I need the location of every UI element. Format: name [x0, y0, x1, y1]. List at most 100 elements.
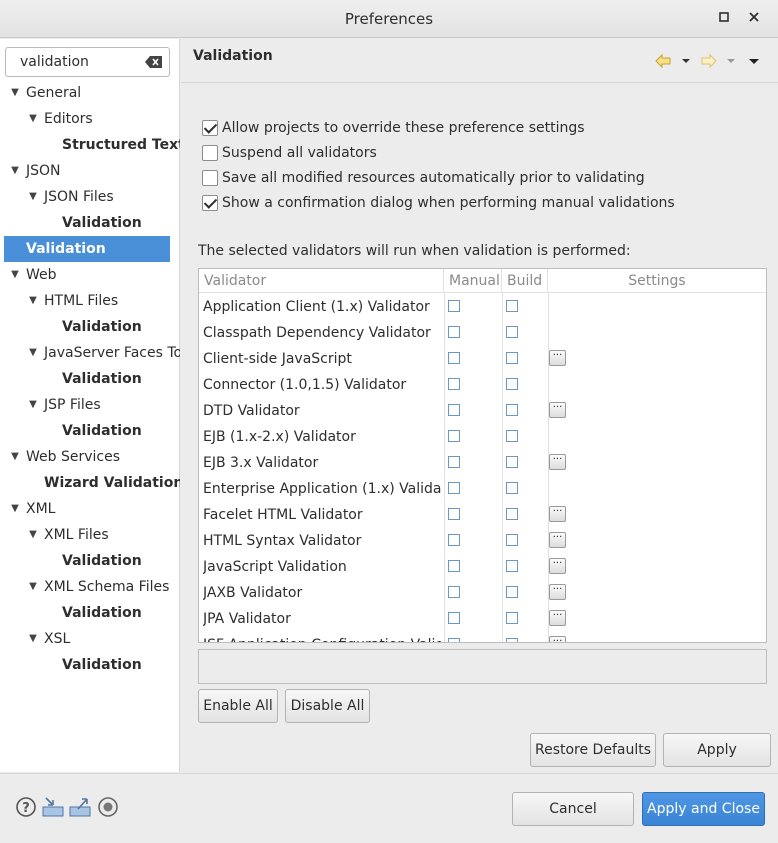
table-row[interactable]: Enterprise Application (1.x) Validator [199, 476, 766, 502]
validator-settings-button[interactable]: ··· [549, 532, 566, 548]
tree-item[interactable]: ▼ JavaServer Faces To [0, 340, 180, 366]
manual-checkbox[interactable] [448, 326, 460, 338]
table-row[interactable]: Client-side JavaScript ··· [199, 346, 766, 372]
build-checkbox[interactable] [506, 456, 518, 468]
tree-item[interactable]: Validation [4, 236, 170, 262]
tree-item[interactable]: Validation [0, 314, 180, 340]
build-checkbox[interactable] [506, 508, 518, 520]
build-checkbox[interactable] [506, 326, 518, 338]
tree-item[interactable]: ▼ JSON Files [0, 184, 180, 210]
manual-checkbox[interactable] [448, 560, 460, 572]
manual-checkbox[interactable] [448, 534, 460, 546]
expand-arrow-icon[interactable]: ▼ [27, 106, 39, 132]
column-header-settings[interactable]: Settings [548, 269, 766, 293]
expand-arrow-icon[interactable]: ▼ [27, 574, 39, 600]
view-menu-icon[interactable] [748, 53, 760, 69]
build-checkbox[interactable] [506, 638, 518, 642]
tree-item[interactable]: Validation [0, 366, 180, 392]
oomph-icon[interactable] [97, 796, 119, 818]
table-row[interactable]: Facelet HTML Validator ··· [199, 502, 766, 528]
column-header-validator[interactable]: Validator [199, 269, 444, 293]
tree-item[interactable]: ▼ JSON [0, 158, 180, 184]
filter-input[interactable] [18, 49, 148, 75]
cancel-button[interactable]: Cancel [512, 792, 634, 826]
validator-settings-button[interactable]: ··· [549, 402, 566, 418]
manual-checkbox[interactable] [448, 378, 460, 390]
close-button[interactable] [742, 0, 766, 38]
expand-arrow-icon[interactable]: ▼ [9, 496, 21, 522]
checkbox[interactable] [202, 120, 218, 136]
import-icon[interactable] [42, 796, 64, 818]
expand-arrow-icon[interactable]: ▼ [27, 626, 39, 652]
enable-all-button[interactable]: Enable All [198, 689, 278, 723]
expand-arrow-icon[interactable]: ▼ [27, 288, 39, 314]
expand-arrow-icon[interactable]: ▼ [27, 340, 39, 366]
tree-item[interactable]: ▼ XML [0, 496, 180, 522]
manual-checkbox[interactable] [448, 404, 460, 416]
validator-settings-button[interactable]: ··· [549, 584, 566, 600]
manual-checkbox[interactable] [448, 430, 460, 442]
tree-item[interactable]: Structured Text [0, 132, 180, 158]
tree-item[interactable]: ▼ XML Files [0, 522, 180, 548]
tree-item[interactable]: Validation [0, 548, 180, 574]
clear-text-icon[interactable] [145, 54, 163, 70]
tree-item[interactable]: Validation [0, 652, 180, 678]
build-checkbox[interactable] [506, 560, 518, 572]
build-checkbox[interactable] [506, 404, 518, 416]
table-row[interactable]: Connector (1.0,1.5) Validator [199, 372, 766, 398]
forward-arrow-icon[interactable] [701, 53, 717, 69]
manual-checkbox[interactable] [448, 612, 460, 624]
build-checkbox[interactable] [506, 612, 518, 624]
back-arrow-icon[interactable] [655, 53, 671, 69]
manual-checkbox[interactable] [448, 638, 460, 642]
validator-settings-button[interactable]: ··· [549, 610, 566, 626]
checkbox[interactable] [202, 145, 218, 161]
table-row[interactable]: DTD Validator ··· [199, 398, 766, 424]
tree-item[interactable]: ▼ JSP Files [0, 392, 180, 418]
back-dropdown-icon[interactable] [680, 53, 692, 69]
build-checkbox[interactable] [506, 352, 518, 364]
expand-arrow-icon[interactable]: ▼ [9, 80, 21, 106]
table-row[interactable]: Classpath Dependency Validator [199, 320, 766, 346]
validator-settings-button[interactable]: ··· [549, 454, 566, 470]
restore-defaults-button[interactable]: Restore Defaults [530, 733, 656, 767]
tree-item[interactable]: ▼ Editors [0, 106, 180, 132]
build-checkbox[interactable] [506, 430, 518, 442]
build-checkbox[interactable] [506, 482, 518, 494]
manual-checkbox[interactable] [448, 586, 460, 598]
expand-arrow-icon[interactable]: ▼ [9, 444, 21, 470]
validator-settings-button[interactable]: ··· [549, 506, 566, 522]
checkbox[interactable] [202, 170, 218, 186]
table-row[interactable]: EJB (1.x-2.x) Validator [199, 424, 766, 450]
column-header-manual[interactable]: Manual [444, 269, 502, 293]
checkbox[interactable] [202, 195, 218, 211]
help-icon[interactable]: ? [15, 796, 37, 818]
build-checkbox[interactable] [506, 534, 518, 546]
tree-item[interactable]: ▼ General [0, 80, 180, 106]
export-icon[interactable] [69, 796, 91, 818]
maximize-button[interactable] [712, 0, 736, 38]
tree-item[interactable]: Wizard Validation [0, 470, 180, 496]
tree-item[interactable]: ▼ XSL [0, 626, 180, 652]
table-row[interactable]: Application Client (1.x) Validator [199, 294, 766, 320]
validator-settings-button[interactable]: ··· [549, 558, 566, 574]
filter-field[interactable] [5, 47, 170, 77]
forward-dropdown-icon[interactable] [725, 53, 737, 69]
table-row[interactable]: EJB 3.x Validator ··· [199, 450, 766, 476]
build-checkbox[interactable] [506, 586, 518, 598]
table-row[interactable]: JAXB Validator ··· [199, 580, 766, 606]
tree-item[interactable]: ▼ XML Schema Files [0, 574, 180, 600]
tree-item[interactable]: ▼ Web Services [0, 444, 180, 470]
manual-checkbox[interactable] [448, 482, 460, 494]
tree-item[interactable]: Validation [0, 600, 180, 626]
apply-and-close-button[interactable]: Apply and Close [642, 792, 765, 826]
manual-checkbox[interactable] [448, 300, 460, 312]
expand-arrow-icon[interactable]: ▼ [27, 522, 39, 548]
tree-item[interactable]: ▼ Web [0, 262, 180, 288]
disable-all-button[interactable]: Disable All [285, 689, 370, 723]
manual-checkbox[interactable] [448, 508, 460, 520]
tree-item[interactable]: ▼ HTML Files [0, 288, 180, 314]
table-row[interactable]: JavaScript Validation ··· [199, 554, 766, 580]
column-header-build[interactable]: Build [502, 269, 548, 293]
validator-settings-button[interactable]: ··· [549, 636, 566, 642]
